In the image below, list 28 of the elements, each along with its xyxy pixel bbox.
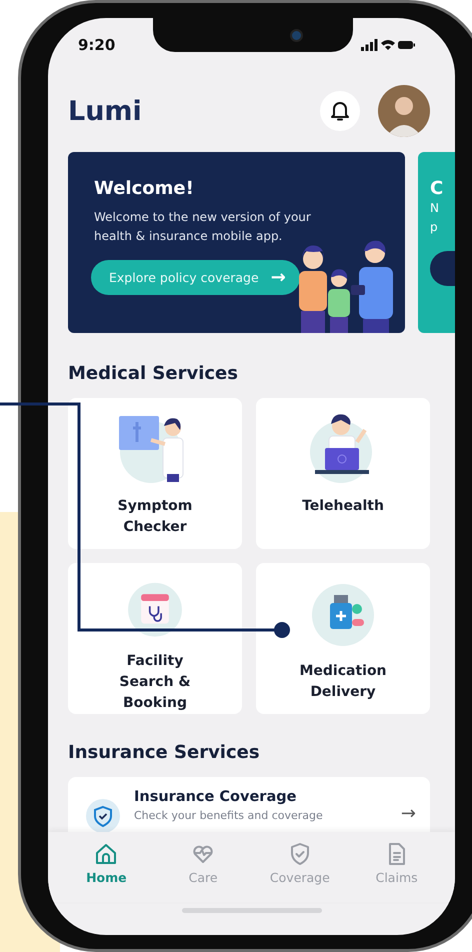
banner-text: Welcome to the new version of your health & insurance mobile app. [94, 209, 312, 245]
service-card[interactable]: Telehealth [256, 398, 430, 549]
shield-check-icon [86, 799, 120, 832]
status-time: 9:20 [78, 36, 116, 54]
insurance-title: Insurance Coverage [134, 789, 298, 805]
status-icons [361, 38, 415, 52]
avatar[interactable] [378, 85, 430, 137]
service-label: Medication Delivery [298, 662, 388, 702]
app-title: Lumi [68, 96, 143, 126]
notifications-button[interactable] [320, 91, 360, 131]
section-title: Insurance Services [68, 742, 261, 763]
section-title: Medical Services [68, 363, 239, 384]
banner-title: Welcome! [94, 178, 195, 199]
service-label: Symptom Checker [116, 497, 194, 537]
promo-title: C [430, 178, 444, 199]
service-label: Telehealth [301, 497, 385, 516]
insurance-card[interactable]: Insurance Coverage Check your benefits and coverage → [68, 777, 430, 832]
home-icon [94, 842, 118, 866]
promo-text: p [430, 219, 439, 236]
service-label: Facility Search & Booking [118, 652, 192, 713]
arrow-icon: → [400, 803, 416, 824]
service-card[interactable]: Medication Delivery [256, 563, 430, 714]
service-card[interactable]: Symptom Checker [68, 398, 242, 549]
insurance-subtitle: Check your benefits and coverage [134, 809, 324, 822]
promo-text: N [430, 200, 440, 217]
service-card[interactable]: Facility Search & Booking [68, 563, 242, 714]
bell-icon [330, 100, 350, 122]
camera-icon [290, 28, 303, 42]
